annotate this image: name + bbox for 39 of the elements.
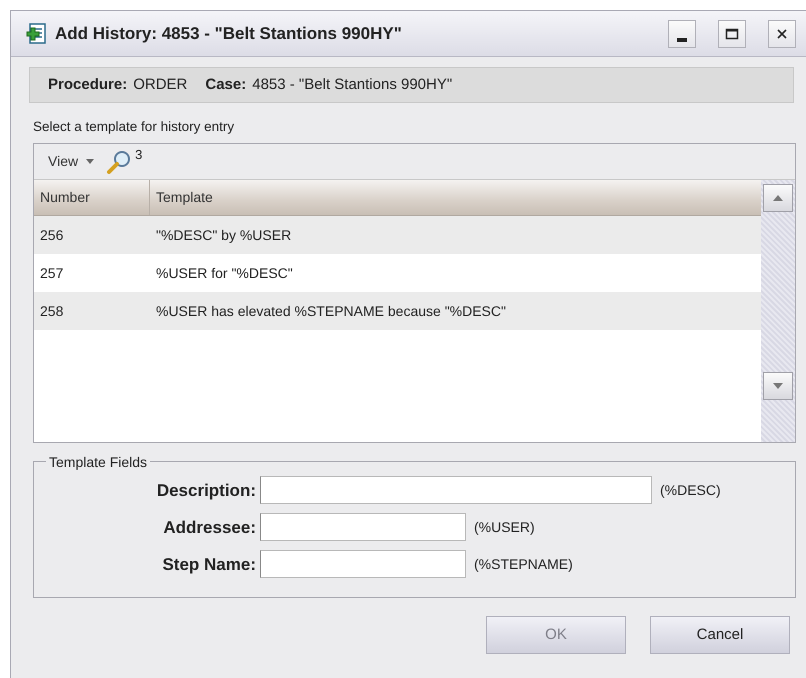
table-cell-text: %USER for "%DESC"	[155, 264, 293, 283]
table-cell-text: 257	[39, 264, 64, 283]
info-value: 4853 - "Belt Stantions 990HY"	[252, 74, 452, 95]
table-cell-text: %USER has elevated %STEPNAME because "%DESC"	[155, 302, 506, 321]
caret-icon	[86, 159, 94, 164]
cancel-button[interactable]: Cancel	[650, 616, 790, 654]
field-label: Addressee:	[162, 516, 257, 538]
search-button[interactable]: 3	[106, 148, 142, 175]
up-arrow-icon	[773, 195, 783, 202]
table-cell-text: 256	[39, 226, 64, 245]
close-button[interactable]	[768, 20, 796, 48]
info-label: Case:	[205, 74, 246, 95]
variable-hint: (%DESC)	[660, 480, 721, 500]
table-row[interactable]: 256 "%DESC" by %USER	[34, 216, 761, 254]
field-label: Step Name:	[161, 554, 257, 576]
table-cell-text: "%DESC" by %USER	[155, 226, 292, 245]
scroll-down-button[interactable]	[763, 372, 793, 400]
maximize-button[interactable]	[718, 20, 746, 48]
minimize-icon	[677, 38, 687, 42]
info-value: ORDER	[133, 74, 188, 95]
column-header[interactable]: Template	[150, 180, 761, 216]
variable-hint: (%USER)	[474, 518, 535, 537]
table-cell-text: 258	[39, 302, 64, 321]
variable-hint: (%STEPNAME)	[474, 554, 573, 574]
result-count: 3	[135, 146, 142, 164]
input-field[interactable]	[260, 513, 466, 542]
scroll-up-button[interactable]	[763, 184, 793, 212]
field-label: Description:	[156, 480, 257, 502]
prompt-text: Select a template for history entry	[33, 118, 236, 136]
window-title: Add History: 4853 - "Belt Stantions 990HY"	[55, 22, 403, 45]
input-field[interactable]	[260, 550, 466, 578]
view-menu-button[interactable]: View	[48, 151, 94, 172]
minimize-button[interactable]	[668, 20, 696, 48]
down-arrow-icon	[773, 383, 783, 390]
column-header[interactable]: Number	[34, 180, 150, 216]
scrollbar[interactable]	[761, 180, 795, 442]
input-field[interactable]	[260, 476, 652, 504]
table-row[interactable]: 258 %USER has elevated %STEPNAME because "%DESC"	[34, 292, 761, 330]
info-label: Procedure:	[48, 74, 128, 95]
